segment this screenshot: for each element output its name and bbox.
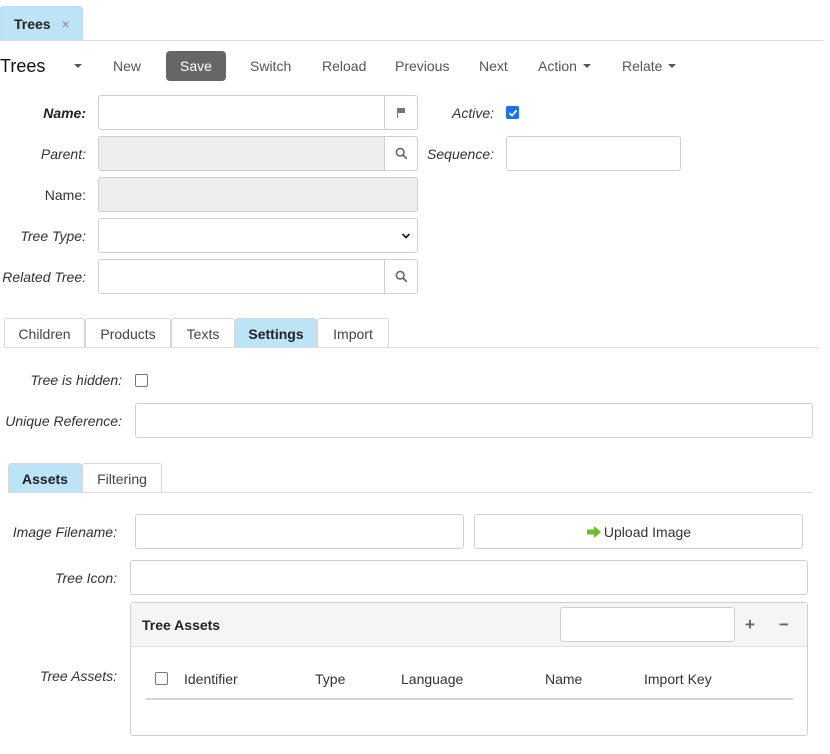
tree-assets-panel-header: Tree Assets + − — [131, 603, 807, 647]
name-field[interactable] — [98, 95, 418, 130]
tree-assets-panel-title: Tree Assets — [142, 617, 221, 633]
related-tree-label: Related Tree: — [2, 268, 86, 285]
tree-hidden-checkbox[interactable] — [135, 374, 148, 387]
chevron-down-icon — [668, 64, 677, 68]
tree-assets-label: Tree Assets: — [39, 668, 117, 684]
tree-icon-label: Tree Icon: — [55, 569, 117, 586]
add-icon[interactable]: + — [742, 611, 758, 639]
column-language[interactable]: Language — [401, 667, 463, 691]
column-name[interactable]: Name — [545, 667, 582, 691]
reload-button[interactable]: Reload — [322, 54, 366, 78]
tab-products[interactable]: Products — [85, 318, 171, 348]
action-menu[interactable]: Action — [538, 54, 591, 78]
name-readonly-label: Name: — [44, 186, 86, 203]
action-menu-label: Action — [538, 58, 577, 74]
subtab-filtering[interactable]: Filtering — [82, 463, 162, 493]
relate-menu[interactable]: Relate — [622, 54, 677, 78]
active-label: Active: — [451, 104, 494, 121]
tree-assets-filter-input[interactable] — [560, 607, 735, 642]
upload-image-label: Upload Image — [603, 523, 692, 540]
parent-search-button[interactable] — [384, 137, 417, 170]
tab-settings[interactable]: Settings — [235, 318, 317, 348]
search-icon — [395, 270, 407, 283]
sequence-field[interactable] — [506, 136, 681, 171]
tab-children[interactable]: Children — [4, 318, 85, 348]
chevron-down-icon — [401, 233, 411, 239]
trees-tab-label: Trees — [14, 16, 51, 32]
arrow-right-icon — [586, 525, 601, 538]
select-all-checkbox[interactable] — [155, 672, 168, 685]
tab-texts[interactable]: Texts — [171, 318, 235, 348]
tree-hidden-label: Tree is hidden: — [30, 372, 122, 388]
tab-import[interactable]: Import — [317, 318, 389, 348]
flag-icon — [396, 107, 406, 118]
remove-icon[interactable]: − — [776, 611, 792, 639]
view-menu-chevron-down-icon[interactable] — [74, 64, 82, 68]
related-tree-field[interactable] — [98, 259, 418, 294]
table-header-divider — [146, 698, 793, 700]
view-title-text: Trees — [0, 55, 46, 76]
close-icon[interactable]: × — [62, 16, 70, 32]
tree-icon-field[interactable] — [130, 560, 808, 595]
unique-reference-field[interactable] — [135, 403, 813, 438]
subtab-assets[interactable]: Assets — [8, 463, 82, 493]
tab-strip-divider — [0, 40, 823, 41]
tabs-divider — [4, 347, 819, 348]
related-tree-search-button[interactable] — [384, 260, 417, 293]
relate-menu-label: Relate — [622, 58, 663, 74]
trees-tab[interactable]: Trees × — [0, 6, 83, 41]
chevron-down-icon — [582, 64, 591, 68]
column-identifier[interactable]: Identifier — [184, 667, 238, 691]
translate-flag-button[interactable] — [384, 96, 417, 129]
tree-type-select[interactable] — [98, 218, 418, 253]
name-readonly-field — [98, 177, 418, 212]
sequence-label: Sequence: — [427, 145, 494, 162]
save-button[interactable]: Save — [166, 51, 226, 81]
image-filename-label: Image Filename: — [12, 523, 117, 540]
column-type[interactable]: Type — [315, 667, 345, 691]
view-title: Trees — [0, 54, 45, 78]
image-filename-field[interactable] — [135, 514, 464, 549]
tree-assets-panel: Tree Assets + − Identifier Type Language… — [130, 602, 808, 736]
upload-image-button[interactable]: Upload Image — [474, 514, 803, 549]
new-button[interactable]: New — [113, 54, 141, 78]
active-checkbox[interactable] — [506, 106, 519, 119]
column-import-key[interactable]: Import Key — [644, 667, 712, 691]
search-icon — [395, 147, 407, 160]
previous-button[interactable]: Previous — [395, 54, 449, 78]
name-label: Name: — [43, 104, 86, 121]
next-button[interactable]: Next — [479, 54, 508, 78]
parent-field[interactable] — [98, 136, 418, 171]
tree-type-label: Tree Type: — [20, 227, 86, 244]
check-icon — [508, 109, 517, 117]
parent-label: Parent: — [40, 145, 86, 162]
unique-reference-label: Unique Reference: — [5, 412, 122, 429]
switch-button[interactable]: Switch — [250, 54, 291, 78]
subtabs-divider — [8, 492, 813, 493]
